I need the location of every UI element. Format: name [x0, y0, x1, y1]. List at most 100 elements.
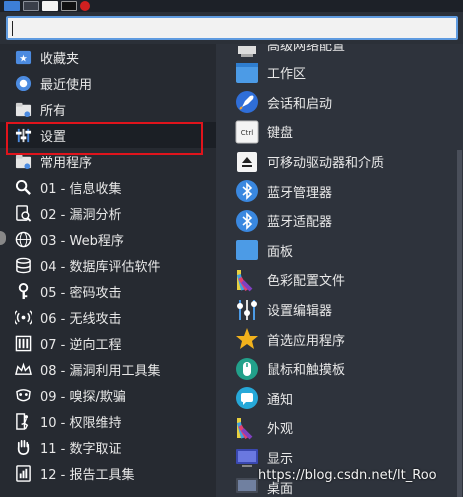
desktop-icon [235, 475, 259, 497]
app-item[interactable]: 外观 [216, 413, 463, 443]
chip-icon [14, 334, 32, 352]
svg-text:★: ★ [19, 53, 27, 64]
bluetooth-icon [235, 209, 259, 233]
key-icon [14, 282, 32, 300]
search-field[interactable] [6, 16, 458, 40]
category-label: 05 - 密码攻击 [40, 285, 122, 301]
category-favorites[interactable]: ★ 收藏夹 [0, 44, 216, 70]
globe-icon [14, 230, 32, 248]
report-icon [14, 464, 32, 482]
app-item[interactable]: 工作区 [216, 58, 463, 88]
category-recent[interactable]: 最近使用 [0, 70, 216, 96]
clock-icon [14, 74, 32, 92]
app-label: 蓝牙管理器 [267, 185, 333, 201]
app-label: 色彩配置文件 [267, 274, 346, 290]
search-doc-icon [14, 204, 32, 222]
category-label: 11 - 数字取证 [40, 441, 122, 457]
hand-icon [14, 438, 32, 456]
menu-icon[interactable] [4, 1, 20, 11]
app-item[interactable]: 可移动驱动器和介质 [216, 147, 463, 177]
category-03[interactable]: 03 - Web程序 [0, 226, 216, 252]
app-list: 高级网络配置 工作区 会话和启动 Ctrl 键盘 可移动驱动器和介质 蓝牙管理器 [216, 44, 463, 497]
category-label: 所有 [40, 103, 67, 119]
app-label: 通知 [267, 392, 294, 408]
workspace-icon [235, 61, 259, 85]
settings-editor-icon [235, 298, 259, 322]
file-manager-icon[interactable] [42, 1, 58, 11]
color-profile-icon [235, 268, 259, 292]
app-label: 鼠标和触摸板 [267, 363, 346, 379]
notification-icon [235, 386, 259, 410]
top-panel [0, 0, 463, 12]
category-05[interactable]: 05 - 密码攻击 [0, 278, 216, 304]
app-item[interactable]: 通知 [216, 384, 463, 414]
app-label: 面板 [267, 244, 294, 260]
category-08[interactable]: 08 - 漏洞利用工具集 [0, 356, 216, 382]
category-label: 06 - 无线攻击 [40, 311, 122, 327]
magnifier-icon [14, 178, 32, 196]
category-label: 最近使用 [40, 77, 93, 93]
app-item[interactable]: 蓝牙适配器 [216, 206, 463, 236]
category-label: 07 - 逆向工程 [40, 337, 122, 353]
mouse-icon [235, 357, 259, 381]
category-label: 09 - 嗅探/欺骗 [40, 389, 126, 405]
app-label: 设置编辑器 [267, 304, 333, 320]
appearance-icon [235, 416, 259, 440]
mask-icon [14, 386, 32, 404]
rocket-icon [235, 90, 259, 114]
category-02[interactable]: 02 - 漏洞分析 [0, 200, 216, 226]
category-12[interactable]: 12 - 报告工具集 [0, 460, 216, 486]
app-item[interactable]: 蓝牙管理器 [216, 176, 463, 206]
category-01[interactable]: 01 - 信息收集 [0, 174, 216, 200]
app-label: 会话和启动 [267, 96, 333, 112]
app-item[interactable]: 色彩配置文件 [216, 265, 463, 295]
category-10[interactable]: 10 - 权限维持 [0, 408, 216, 434]
annotation-highlight [6, 122, 203, 155]
app-item[interactable]: 设置编辑器 [216, 295, 463, 325]
star-icon: ★ [14, 48, 32, 66]
category-09[interactable]: 09 - 嗅探/欺骗 [0, 382, 216, 408]
category-label: 收藏夹 [40, 51, 80, 67]
panel-icon [235, 238, 259, 262]
app-item[interactable]: 鼠标和触摸板 [216, 354, 463, 384]
category-label: 12 - 报告工具集 [40, 467, 135, 483]
category-label: 03 - Web程序 [40, 233, 124, 249]
search-input[interactable] [13, 20, 456, 36]
app-label: 外观 [267, 422, 294, 438]
app-item[interactable]: Ctrl 键盘 [216, 117, 463, 147]
folder-icon [14, 100, 32, 118]
app-label: 键盘 [267, 126, 294, 142]
category-06[interactable]: 06 - 无线攻击 [0, 304, 216, 330]
runner-icon [14, 412, 32, 430]
category-04[interactable]: 04 - 数据库评估软件 [0, 252, 216, 278]
scrollbar[interactable] [457, 150, 462, 497]
app-label: 高级网络配置 [267, 44, 346, 54]
bluetooth-icon [235, 179, 259, 203]
category-label: 04 - 数据库评估软件 [40, 259, 161, 275]
app-label: 首选应用程序 [267, 333, 346, 349]
category-sidebar: ★ 收藏夹 最近使用 所有 设置 常用程序 01 - 信息收集 02 - 漏洞分… [0, 44, 216, 497]
app-label: 显示 [267, 452, 294, 468]
app-item[interactable]: 面板 [216, 236, 463, 266]
display-icon [235, 446, 259, 470]
category-label: 10 - 权限维持 [40, 415, 122, 431]
editor-icon[interactable] [61, 1, 77, 11]
category-07[interactable]: 07 - 逆向工程 [0, 330, 216, 356]
eject-icon [235, 150, 259, 174]
crown-icon [14, 360, 32, 378]
app-item[interactable]: 首选应用程序 [216, 324, 463, 354]
browser-icon[interactable] [80, 1, 90, 11]
app-item[interactable]: 会话和启动 [216, 88, 463, 118]
network-icon [235, 44, 259, 58]
category-label: 08 - 漏洞利用工具集 [40, 363, 161, 379]
database-icon [14, 256, 32, 274]
wireless-icon [14, 308, 32, 326]
app-label: 蓝牙适配器 [267, 215, 333, 231]
category-label: 02 - 漏洞分析 [40, 207, 122, 223]
star-icon [235, 327, 259, 351]
category-11[interactable]: 11 - 数字取证 [0, 434, 216, 460]
terminal-icon[interactable] [23, 1, 39, 11]
watermark: https://blog.csdn.net/lt_Roo [258, 468, 437, 483]
app-item[interactable]: 高级网络配置 [216, 44, 463, 58]
category-all[interactable]: 所有 [0, 96, 216, 122]
